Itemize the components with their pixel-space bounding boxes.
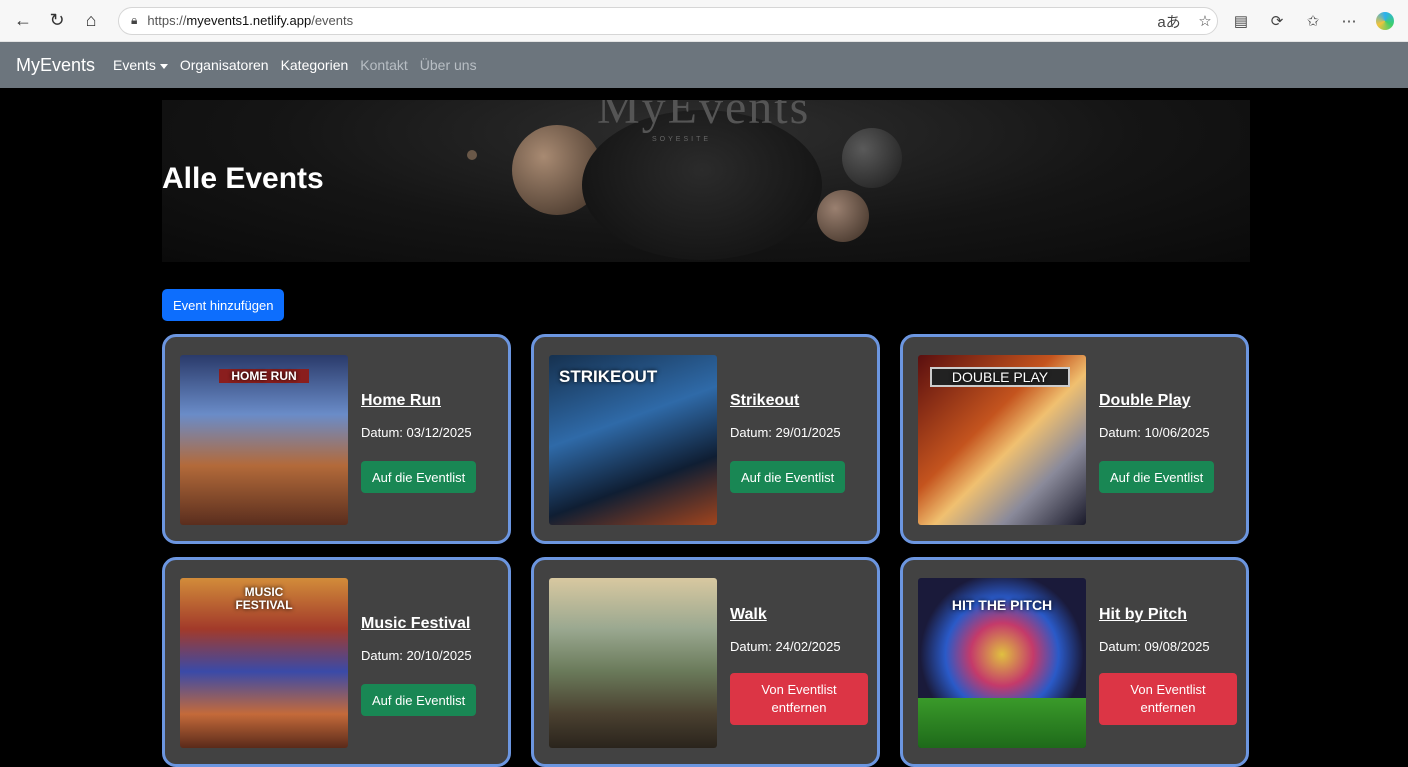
decor-orb	[842, 128, 902, 188]
refresh-icon[interactable]: ↻	[42, 6, 72, 36]
decor-orb	[817, 190, 869, 242]
back-arrow-icon[interactable]: ←	[8, 6, 38, 36]
event-card: HOME RUN Home Run Datum: 03/12/2025 Auf …	[162, 334, 511, 544]
event-date: Datum: 24/02/2025	[730, 639, 841, 654]
reading-view-icon[interactable]: ▤	[1228, 6, 1254, 36]
more-menu-icon[interactable]: ⋯	[1336, 6, 1362, 36]
nav-organisatoren[interactable]: Organisatoren	[180, 57, 269, 73]
add-to-eventlist-button[interactable]: Auf die Eventlist	[361, 684, 477, 716]
copilot-icon[interactable]	[1372, 6, 1398, 36]
read-aloud-icon[interactable]: aあ	[1156, 6, 1182, 36]
event-image: HIT THE PITCH	[918, 578, 1086, 748]
lock-icon: 🔒︎	[131, 13, 138, 27]
event-title-link[interactable]: Home Run	[361, 392, 441, 410]
event-card: DOUBLE PLAY Double Play Datum: 10/06/202…	[900, 334, 1249, 544]
url-domain: myevents1.netlify.app	[186, 13, 312, 28]
add-event-button[interactable]: Event hinzufügen	[162, 289, 285, 321]
remove-from-eventlist-button[interactable]: Von Eventlist entfernen	[730, 673, 868, 725]
event-title-link[interactable]: Walk	[730, 606, 767, 624]
brand-link[interactable]: MyEvents	[16, 55, 95, 76]
favorites-icon[interactable]: ✩	[1300, 6, 1326, 36]
favorite-star-icon[interactable]: ☆	[1192, 6, 1218, 36]
event-image: MUSIC FESTIVAL	[180, 578, 348, 748]
add-to-eventlist-button[interactable]: Auf die Eventlist	[1099, 461, 1215, 493]
nav-events-dropdown[interactable]: Events	[113, 57, 168, 73]
event-image-label: MUSIC FESTIVAL	[235, 585, 293, 613]
event-image-label: HOME RUN	[219, 369, 309, 383]
url-prefix: https://	[147, 13, 187, 28]
event-image-label: STRIKEOUT	[559, 367, 658, 386]
event-image: DOUBLE PLAY	[918, 355, 1086, 525]
page-title: Alle Events	[162, 162, 324, 195]
event-image: STRIKEOUT	[549, 355, 717, 525]
hero-logo-sub: SOYESITE	[652, 136, 712, 143]
field-graphic	[918, 698, 1086, 748]
event-date: Datum: 09/08/2025	[1099, 639, 1210, 654]
browser-toolbar: ← ↻ ⌂ 🔒︎ https:// myevents1.netlify.app …	[0, 0, 1408, 42]
event-title-link[interactable]: Hit by Pitch	[1099, 606, 1187, 624]
event-card: HIT THE PITCH Hit by Pitch Datum: 09/08/…	[900, 557, 1249, 767]
url-path: /events	[311, 13, 354, 28]
app-navbar: MyEvents Events Organisatoren Kategorien…	[0, 42, 1408, 88]
home-icon[interactable]: ⌂	[76, 6, 106, 36]
nav-kontakt[interactable]: Kontakt	[360, 57, 407, 73]
event-card: STRIKEOUT Strikeout Datum: 29/01/2025 Au…	[531, 334, 880, 544]
page-content: MyEvents SOYESITE Alle Events Event hinz…	[0, 88, 1408, 767]
event-date: Datum: 10/06/2025	[1099, 425, 1210, 440]
hero-logo-text: MyEvents	[597, 100, 811, 134]
event-image-label: DOUBLE PLAY	[930, 367, 1070, 387]
extensions-icon[interactable]: ⟳	[1264, 6, 1290, 36]
event-card: Walk Datum: 24/02/2025 Von Eventlist ent…	[531, 557, 880, 767]
event-date: Datum: 03/12/2025	[361, 425, 472, 440]
event-title-link[interactable]: Music Festival	[361, 615, 470, 633]
nav-kategorien[interactable]: Kategorien	[281, 57, 349, 73]
event-date: Datum: 29/01/2025	[730, 425, 841, 440]
hero-banner: MyEvents SOYESITE Alle Events	[162, 100, 1250, 262]
event-image: HOME RUN	[180, 355, 348, 525]
decor-orb	[467, 150, 477, 160]
event-card: MUSIC FESTIVAL Music Festival Datum: 20/…	[162, 557, 511, 767]
event-image-label: HIT THE PITCH	[951, 597, 1053, 613]
caret-down-icon	[159, 63, 168, 69]
add-to-eventlist-button[interactable]: Auf die Eventlist	[361, 461, 477, 493]
event-image	[549, 578, 717, 748]
address-bar[interactable]: 🔒︎ https:// myevents1.netlify.app /event…	[118, 6, 1218, 35]
event-date: Datum: 20/10/2025	[361, 648, 472, 663]
event-title-link[interactable]: Strikeout	[730, 392, 799, 410]
remove-from-eventlist-button[interactable]: Von Eventlist entfernen	[1099, 673, 1237, 725]
nav-ueber-uns[interactable]: Über uns	[420, 57, 477, 73]
nav-events-label: Events	[113, 57, 156, 73]
add-to-eventlist-button[interactable]: Auf die Eventlist	[730, 461, 846, 493]
event-title-link[interactable]: Double Play	[1099, 392, 1191, 410]
